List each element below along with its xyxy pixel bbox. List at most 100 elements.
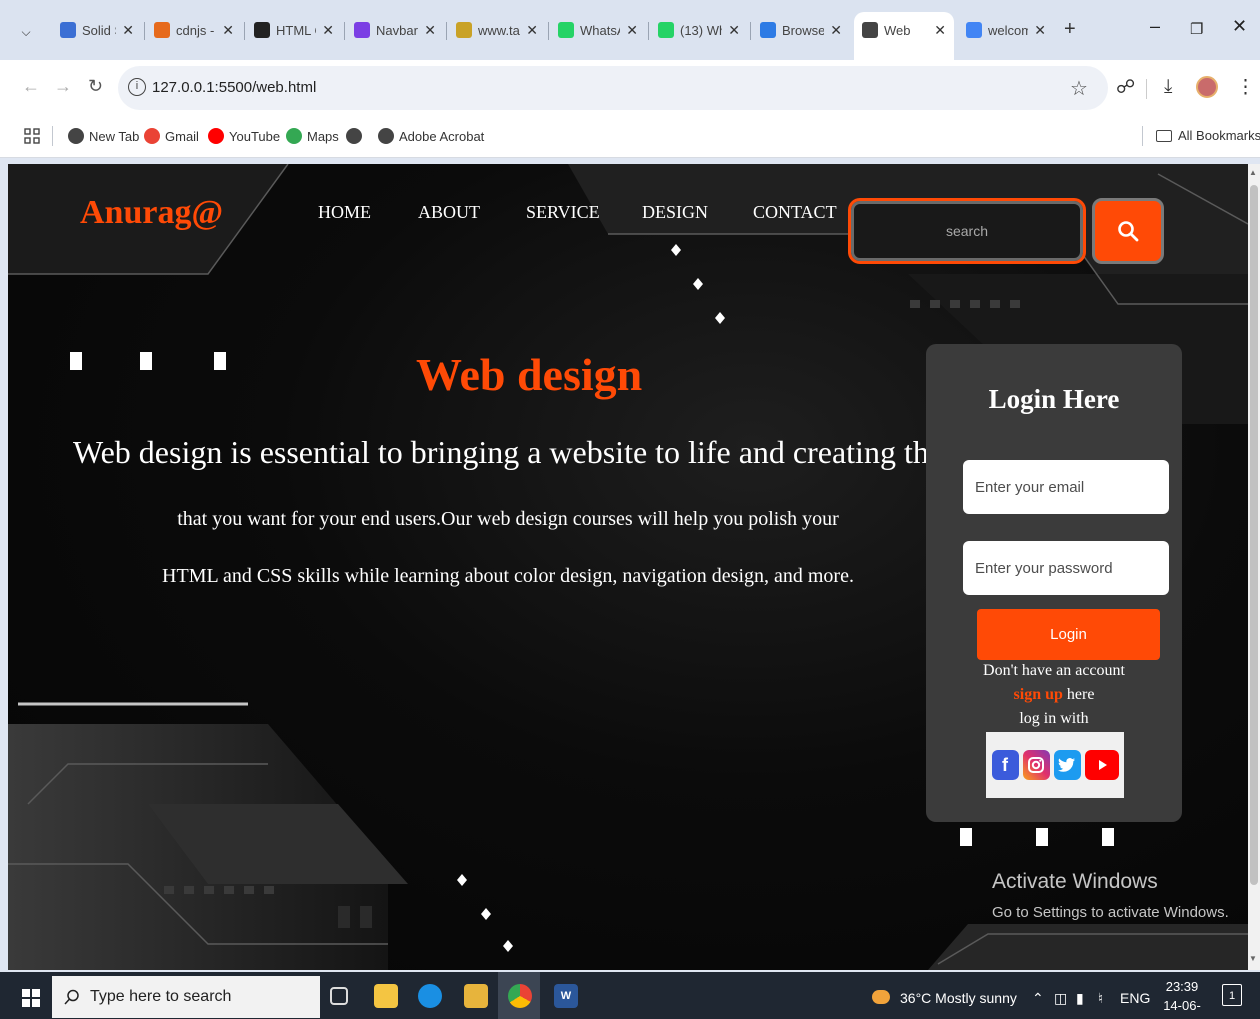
nav-design[interactable]: DESIGN xyxy=(642,202,708,223)
brand-logo[interactable]: Anurag@ xyxy=(80,194,223,232)
store-icon[interactable] xyxy=(464,984,488,1008)
search-button[interactable] xyxy=(1092,198,1164,264)
tray-chevron-icon[interactable]: ⌃ xyxy=(1032,990,1044,1007)
instagram-icon[interactable] xyxy=(1022,750,1050,780)
download-icon[interactable]: ⤓ xyxy=(1164,76,1172,98)
task-view-icon[interactable] xyxy=(330,987,348,1005)
bookmark-label: Maps xyxy=(307,128,339,144)
weather-text[interactable]: 36°C Mostly sunny xyxy=(900,990,1017,1006)
profile-avatar[interactable] xyxy=(1196,76,1218,98)
tab-search-chevron-icon[interactable]: ⌵ xyxy=(14,20,38,44)
bookmark-item[interactable]: New Tab xyxy=(68,128,139,144)
tab-separator xyxy=(344,22,345,40)
back-arrow-icon[interactable]: ← xyxy=(22,76,40,97)
search-input[interactable] xyxy=(851,201,1083,261)
password-field[interactable] xyxy=(963,541,1169,595)
youtube-icon[interactable] xyxy=(1084,750,1119,780)
network-icon[interactable]: ◫ xyxy=(1054,990,1067,1007)
page-viewport: Anurag@ HOME ABOUT SERVICE DESIGN CONTAC… xyxy=(8,164,1248,970)
chrome-page-icon xyxy=(68,128,84,144)
nav-about[interactable]: ABOUT xyxy=(418,202,480,223)
menu-dots-icon[interactable]: ⋮ xyxy=(1236,76,1255,99)
scroll-up-arrow-icon[interactable]: ▲ xyxy=(1249,168,1257,177)
tab-close-icon[interactable]: ✕ xyxy=(526,22,538,39)
restore-icon[interactable]: ❐ xyxy=(1190,20,1203,38)
tab-close-icon[interactable]: ✕ xyxy=(322,22,334,39)
bookmark-divider xyxy=(1142,126,1143,146)
scroll-down-arrow-icon[interactable]: ▼ xyxy=(1249,954,1257,963)
tab-separator xyxy=(446,22,447,40)
tab-close-icon[interactable]: ✕ xyxy=(122,22,134,39)
new-tab-button[interactable]: + xyxy=(1064,18,1076,41)
apps-grid-icon[interactable] xyxy=(24,128,40,144)
tab-1[interactable]: Solid St ✕ xyxy=(52,12,142,48)
edge-icon[interactable] xyxy=(418,984,442,1008)
tab-close-icon[interactable]: ✕ xyxy=(728,22,740,39)
scrollbar-thumb[interactable] xyxy=(1250,185,1258,885)
bookmark-item[interactable] xyxy=(346,128,367,144)
url-text[interactable]: 127.0.0.1:5500/web.html xyxy=(152,79,316,96)
tab-6[interactable]: WhatsA ✕ xyxy=(550,12,646,48)
battery-icon[interactable]: ▮ xyxy=(1076,990,1084,1007)
taskbar-clock[interactable]: 23:39 14-06-2025 xyxy=(1152,977,1212,1019)
notification-icon[interactable]: 1 xyxy=(1222,984,1242,1006)
bookmark-item[interactable]: Maps xyxy=(286,128,339,144)
tab-2[interactable]: cdnjs - ✕ xyxy=(146,12,242,48)
hero-text-line-1: Web design is essential to bringing a we… xyxy=(72,434,944,470)
bookmark-label: Gmail xyxy=(165,128,199,144)
nav-service[interactable]: SERVICE xyxy=(526,202,600,223)
tab-separator xyxy=(648,22,649,40)
volume-icon[interactable]: ♮ xyxy=(1098,990,1103,1007)
whatsapp-icon xyxy=(558,22,574,38)
tab-separator xyxy=(548,22,549,40)
tab-close-icon[interactable]: ✕ xyxy=(626,22,638,39)
extensions-puzzle-icon[interactable]: ☍ xyxy=(1116,76,1135,99)
taskbar-search[interactable] xyxy=(52,976,320,1018)
bookmark-star-icon[interactable]: ☆ xyxy=(1070,76,1088,101)
login-button[interactable]: Login xyxy=(977,609,1160,660)
tab-9[interactable]: Web ✕ xyxy=(854,12,954,60)
tab-4[interactable]: Navbar ✕ xyxy=(346,12,444,48)
nav-contact[interactable]: CONTACT xyxy=(753,202,837,223)
bookmark-label: New Tab xyxy=(89,128,140,144)
facebook-icon[interactable]: f xyxy=(991,750,1019,780)
signup-line: sign up here xyxy=(926,686,1182,704)
tab-close-icon[interactable]: ✕ xyxy=(1034,22,1046,39)
tab-label: www.ta xyxy=(478,22,520,38)
windows-start-icon[interactable] xyxy=(22,989,40,1012)
minimize-icon[interactable]: – xyxy=(1150,16,1160,37)
tab-close-icon[interactable]: ✕ xyxy=(934,22,946,39)
word-icon[interactable]: W xyxy=(554,984,578,1008)
tab-7[interactable]: (13) Wh ✕ xyxy=(650,12,748,48)
reload-icon[interactable]: ↻ xyxy=(88,76,103,97)
tab-3[interactable]: HTML C ✕ xyxy=(246,12,342,48)
puzzle-icon xyxy=(760,22,776,38)
tab-8[interactable]: Browse ✕ xyxy=(752,12,850,48)
bookmark-item[interactable]: Adobe Acrobat xyxy=(378,128,484,144)
tab-close-icon[interactable]: ✕ xyxy=(830,22,842,39)
chrome-page-icon xyxy=(378,128,394,144)
search-icon xyxy=(64,989,79,1005)
bookmark-item[interactable]: Gmail xyxy=(144,128,199,144)
tab-close-icon[interactable]: ✕ xyxy=(222,22,234,39)
site-info-icon[interactable]: i xyxy=(128,78,146,96)
taskbar-search-input[interactable] xyxy=(90,988,290,1006)
nav-home[interactable]: HOME xyxy=(318,202,371,223)
language-indicator[interactable]: ENG xyxy=(1120,990,1150,1006)
bookmark-item[interactable]: YouTube xyxy=(208,128,280,144)
forward-arrow-icon[interactable]: → xyxy=(54,76,72,97)
tab-label: Web xyxy=(884,22,911,38)
tab-5[interactable]: www.ta ✕ xyxy=(448,12,546,48)
twitter-icon[interactable] xyxy=(1053,750,1081,780)
all-bookmarks[interactable]: All Bookmarks xyxy=(1156,128,1260,143)
signup-link[interactable]: sign up xyxy=(1014,686,1063,703)
tab-close-icon[interactable]: ✕ xyxy=(424,22,436,39)
close-window-icon[interactable]: ✕ xyxy=(1232,16,1247,37)
weather-icon[interactable] xyxy=(872,990,890,1007)
file-explorer-icon[interactable] xyxy=(374,984,398,1008)
email-field[interactable] xyxy=(963,460,1169,514)
login-title: Login Here xyxy=(988,384,1120,414)
tab-separator xyxy=(144,22,145,40)
chrome-icon[interactable] xyxy=(508,984,532,1008)
tab-10[interactable]: welcom ✕ xyxy=(958,12,1054,48)
